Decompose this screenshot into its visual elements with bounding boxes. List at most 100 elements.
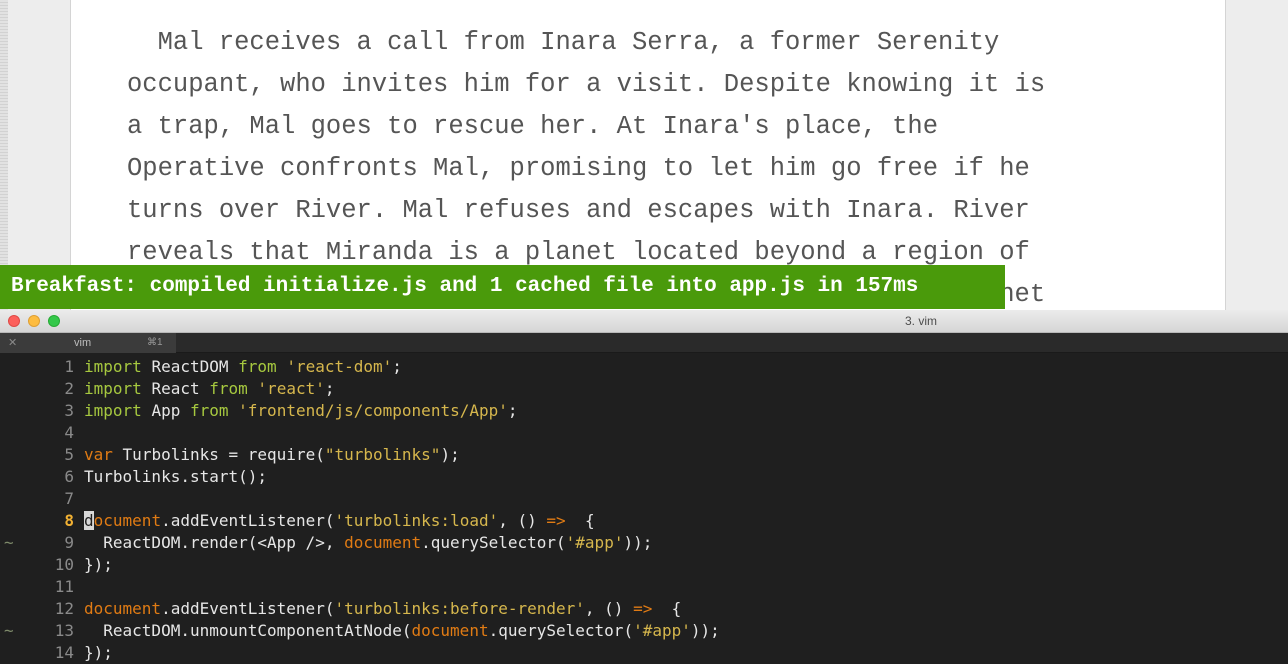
code-token: document xyxy=(411,621,489,640)
code-token: }); xyxy=(84,555,113,574)
code-line[interactable]: 5 var Turbolinks = require("turbolinks"); xyxy=(0,444,1288,466)
code-token: document xyxy=(84,599,162,618)
line-number: 3 xyxy=(64,401,74,420)
code-text[interactable]: import App from 'frontend/js/components/… xyxy=(84,400,518,422)
code-token: from xyxy=(209,379,248,398)
code-token: ; xyxy=(324,379,335,398)
line-number: 7 xyxy=(64,489,74,508)
code-token: import xyxy=(84,357,142,376)
line-number: 10 xyxy=(54,555,74,574)
code-token: ); xyxy=(440,445,460,464)
code-token: ocument xyxy=(93,511,162,530)
code-line[interactable]: 2 import React from 'react'; xyxy=(0,378,1288,400)
code-text[interactable]: document.addEventListener('turbolinks:be… xyxy=(84,598,681,620)
line-number: 12 xyxy=(54,599,74,618)
code-line[interactable]: 3 import App from 'frontend/js/components… xyxy=(0,400,1288,422)
paragraph-line: turns over River. Mal refuses and escape… xyxy=(127,196,1030,225)
line-number: 1 xyxy=(64,357,74,376)
code-line[interactable]: 11 xyxy=(0,576,1288,598)
code-token: import xyxy=(84,379,142,398)
code-line[interactable]: 1 import ReactDOM from 'react-dom'; xyxy=(0,356,1288,378)
line-number: 6 xyxy=(64,467,74,486)
terminal-title: 3. vim xyxy=(905,314,938,328)
code-token: var xyxy=(84,445,113,464)
code-token: Turbolinks.start(); xyxy=(84,467,268,486)
code-text[interactable]: }); xyxy=(84,642,113,664)
page-left-gutter xyxy=(0,0,8,310)
code-text[interactable]: document.addEventListener('turbolinks:lo… xyxy=(84,510,595,532)
code-token: 'frontend/js/components/App' xyxy=(238,401,508,420)
code-line[interactable]: 12 document.addEventListener('turbolinks:… xyxy=(0,598,1288,620)
code-text[interactable]: Turbolinks.start(); xyxy=(84,466,267,488)
text-cursor: d xyxy=(84,511,94,530)
code-token: )); xyxy=(623,533,653,552)
code-text[interactable]: import ReactDOM from 'react-dom'; xyxy=(84,356,402,378)
line-number: 8 xyxy=(64,511,74,530)
code-token: 'turbolinks:before-render' xyxy=(334,599,585,618)
code-token: .querySelector( xyxy=(421,533,566,552)
code-token: ReactDOM.render(<App />, xyxy=(84,533,345,552)
tab-shortcut: ⌘1 xyxy=(147,337,163,348)
line-number: 9 xyxy=(64,533,74,552)
code-line[interactable]: ~13 ReactDOM.unmountComponentAtNode(docu… xyxy=(0,620,1288,642)
line-number: 14 xyxy=(54,643,74,662)
line-number: 2 xyxy=(64,379,74,398)
code-token: import xyxy=(84,401,142,420)
code-line[interactable]: ~9 ReactDOM.render(<App />, document.que… xyxy=(0,532,1288,554)
code-line[interactable]: 7 xyxy=(0,488,1288,510)
code-token: }); xyxy=(84,643,113,662)
code-line[interactable]: 14}); xyxy=(0,642,1288,664)
code-token: )); xyxy=(690,621,720,640)
tab-label: vim xyxy=(74,337,92,349)
code-line[interactable]: 6 Turbolinks.start(); xyxy=(0,466,1288,488)
code-token: ; xyxy=(507,401,518,420)
code-text[interactable]: ReactDOM.render(<App />, document.queryS… xyxy=(84,532,652,554)
code-token: 'turbolinks:load' xyxy=(334,511,499,530)
code-token: 'react' xyxy=(257,379,325,398)
article-sheet: Mal receives a call from Inara Serra, a … xyxy=(70,0,1226,310)
code-token: .addEventListener( xyxy=(161,511,335,530)
vim-editor[interactable]: 1 import ReactDOM from 'react-dom'; 2 impor… xyxy=(0,353,1288,664)
code-token: Turbolinks = require( xyxy=(122,445,325,464)
build-notification-banner[interactable]: Breakfast: compiled initialize.js and 1 … xyxy=(0,265,1005,309)
code-text[interactable]: var Turbolinks = require("turbolinks"); xyxy=(84,444,460,466)
paragraph-line: Mal receives a call from Inara Serra, a … xyxy=(127,28,1000,57)
code-token: React xyxy=(151,379,200,398)
line-number: 13 xyxy=(54,621,74,640)
code-token: .querySelector( xyxy=(488,621,634,640)
line-number: 4 xyxy=(64,423,74,442)
code-token: , () xyxy=(584,599,634,618)
terminal-tabbar: ✕ vim ⌘1 xyxy=(0,333,1288,353)
code-token: { xyxy=(661,599,682,618)
code-line[interactable]: 10}); xyxy=(0,554,1288,576)
code-token: ; xyxy=(392,357,402,376)
code-line[interactable]: 8 document.addEventListener('turbolinks:l… xyxy=(0,510,1288,532)
code-token: => xyxy=(633,599,653,618)
code-token: from xyxy=(238,357,277,376)
code-token: document xyxy=(344,533,422,552)
paragraph-line: Operative confronts Mal, promising to le… xyxy=(127,154,1030,183)
line-number: 5 xyxy=(64,445,74,464)
code-token: , () xyxy=(498,511,547,530)
tab-close-icon[interactable]: ✕ xyxy=(8,333,17,353)
tab-vim[interactable]: ✕ vim ⌘1 xyxy=(0,333,176,353)
code-text[interactable]: ReactDOM.unmountComponentAtNode(document… xyxy=(84,620,720,642)
code-token: { xyxy=(575,511,595,530)
browser-page: Mal receives a call from Inara Serra, a … xyxy=(0,0,1288,310)
code-token: '#app' xyxy=(633,621,691,640)
code-token: .addEventListener( xyxy=(161,599,335,618)
code-token: ReactDOM.unmountComponentAtNode( xyxy=(84,621,412,640)
line-number: 11 xyxy=(54,577,74,596)
code-token: 'react-dom' xyxy=(286,357,393,376)
code-text[interactable]: import React from 'react'; xyxy=(84,378,335,400)
code-line[interactable]: 4 xyxy=(0,422,1288,444)
code-token: '#app' xyxy=(565,533,624,552)
code-token: "turbolinks" xyxy=(324,445,441,464)
code-token: ReactDOM xyxy=(151,357,229,376)
paragraph-line: occupant, who invites him for a visit. D… xyxy=(127,70,1046,99)
code-token: => xyxy=(546,511,566,530)
terminal-titlebar[interactable]: 3. vim xyxy=(0,310,1288,333)
paragraph-line: a trap, Mal goes to rescue her. At Inara… xyxy=(127,112,939,141)
git-gutter-sign: ~ xyxy=(4,621,14,640)
code-text[interactable]: }); xyxy=(84,554,113,576)
